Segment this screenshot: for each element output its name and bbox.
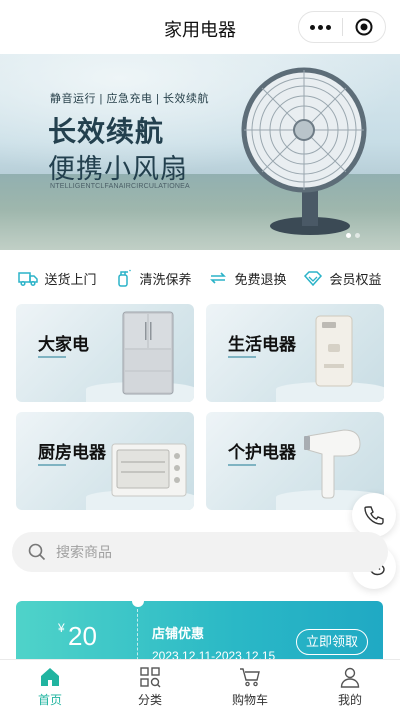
nav-header: 家用电器 [0, 0, 400, 54]
tab-label: 首页 [37, 693, 62, 707]
service-label: 免费退换 [234, 271, 287, 287]
search-input[interactable] [56, 544, 336, 560]
category-label: 厨房电器 [38, 443, 106, 462]
coupon-amount: 20 [68, 621, 97, 651]
service-strip: 送货上门 清洗保养 免费退换 会员权益 [0, 262, 400, 294]
phone-button[interactable] [352, 493, 396, 537]
target-close-icon[interactable] [342, 12, 385, 42]
pagination-dot [355, 233, 360, 238]
cart-icon [240, 668, 260, 687]
category-card-home-appliances[interactable]: 生活电器 [206, 304, 384, 402]
oven-image [111, 443, 187, 497]
user-icon [340, 667, 360, 688]
refrigerator-image [122, 311, 174, 395]
fan-image [241, 67, 367, 235]
category-card-personal-care[interactable]: 个护电器 [206, 412, 384, 510]
banner-english-text: NTELLIGENTCLFANAIRCIRCULATIONEA [50, 183, 190, 190]
service-label: 清洗保养 [139, 271, 192, 287]
tab-label: 购物车 [231, 693, 268, 707]
hair-dryer-image [304, 429, 361, 499]
exchange-icon [210, 272, 227, 284]
search-bar[interactable] [12, 532, 388, 572]
category-label: 生活电器 [228, 335, 296, 354]
service-label: 送货上门 [44, 271, 97, 287]
service-delivery: 送货上门 [18, 268, 97, 288]
truck-icon [18, 272, 39, 287]
banner-pagination [346, 233, 360, 238]
coupon-name: 店铺优惠 [152, 626, 205, 641]
tab-home[interactable]: 首页 [0, 660, 100, 712]
tab-cart[interactable]: 购物车 [200, 660, 300, 712]
service-exchange: 免费退换 [208, 268, 287, 288]
spray-bottle-icon [118, 269, 132, 287]
miniprogram-capsule [298, 11, 386, 43]
category-label: 个护电器 [228, 443, 296, 462]
banner-headline: 长效续航 [48, 116, 165, 147]
service-cleaning: 清洗保养 [113, 268, 192, 288]
coupon-currency: ¥ [58, 621, 65, 635]
banner-subheadline: 便携小风扇 [48, 154, 188, 184]
claim-coupon-button[interactable]: 立即领取 [296, 629, 368, 655]
water-purifier-image [315, 315, 353, 387]
more-dots-icon[interactable] [299, 12, 342, 42]
tab-label: 我的 [337, 693, 362, 707]
category-icon [140, 667, 161, 688]
phone-icon [364, 506, 384, 525]
hero-banner[interactable]: 静音运行 | 应急充电 | 长效续航 长效续航 便携小风扇 NTELLIGENT… [0, 54, 400, 250]
home-icon [41, 668, 59, 686]
pagination-dot-active [346, 233, 351, 238]
service-label: 会员权益 [329, 271, 382, 287]
service-membership: 会员权益 [303, 268, 382, 288]
tab-category[interactable]: 分类 [100, 660, 200, 712]
tab-profile[interactable]: 我的 [300, 660, 400, 712]
category-card-major-appliances[interactable]: 大家电 [16, 304, 194, 402]
tab-label: 分类 [137, 693, 162, 707]
category-card-kitchen-appliances[interactable]: 厨房电器 [16, 412, 194, 510]
diamond-icon [304, 271, 323, 287]
category-label: 大家电 [38, 335, 89, 354]
search-icon [28, 543, 46, 561]
bottom-tab-bar: 首页 分类 购物车 我的 [0, 659, 400, 712]
banner-tagline: 静音运行 | 应急充电 | 长效续航 [50, 93, 209, 105]
